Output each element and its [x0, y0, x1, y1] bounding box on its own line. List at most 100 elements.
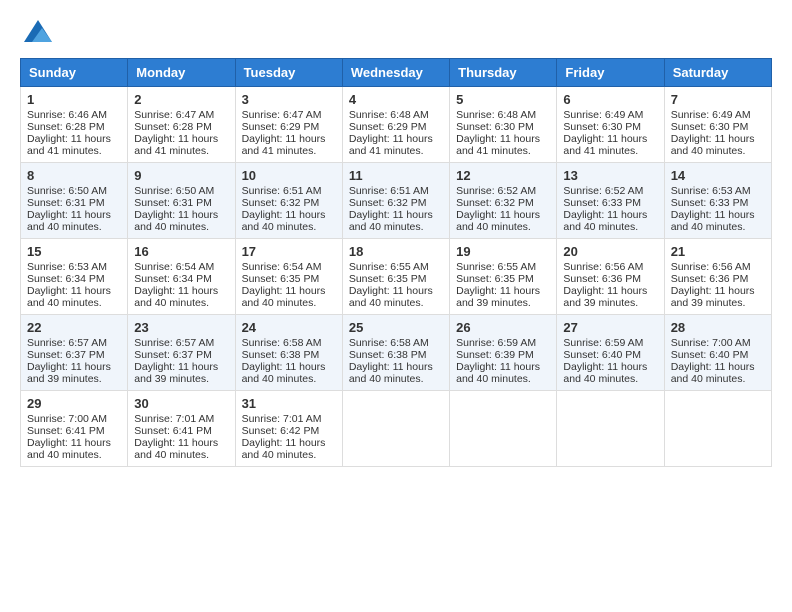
day-number: 19: [456, 244, 550, 259]
sunrise-text: Sunrise: 6:57 AM: [134, 337, 228, 349]
sunset-text: Sunset: 6:35 PM: [242, 273, 336, 285]
sunset-text: Sunset: 6:32 PM: [242, 197, 336, 209]
sunset-text: Sunset: 6:28 PM: [27, 121, 121, 133]
calendar-week-row: 29Sunrise: 7:00 AMSunset: 6:41 PMDayligh…: [21, 391, 772, 467]
daylight-text: Daylight: 11 hours and 40 minutes.: [349, 361, 443, 385]
day-number: 26: [456, 320, 550, 335]
sunset-text: Sunset: 6:37 PM: [134, 349, 228, 361]
day-number: 24: [242, 320, 336, 335]
day-number: 3: [242, 92, 336, 107]
daylight-text: Daylight: 11 hours and 41 minutes.: [134, 133, 228, 157]
day-number: 10: [242, 168, 336, 183]
calendar-cell: 11Sunrise: 6:51 AMSunset: 6:32 PMDayligh…: [342, 163, 449, 239]
daylight-text: Daylight: 11 hours and 40 minutes.: [349, 209, 443, 233]
calendar-week-row: 15 Sunrise: 6:53 AMSunset: 6:34 PM Dayligh…: [21, 239, 772, 315]
calendar-cell: 9Sunrise: 6:50 AMSunset: 6:31 PMDaylight…: [128, 163, 235, 239]
sunrise-text: Sunrise: 6:59 AM: [456, 337, 550, 349]
sunset-text: Sunset: 6:35 PM: [349, 273, 443, 285]
daylight-text: Daylight: 11 hours and 40 minutes.: [563, 209, 657, 233]
day-number: 9: [134, 168, 228, 183]
calendar-day-header: Saturday: [664, 59, 771, 87]
day-number: 25: [349, 320, 443, 335]
calendar-cell: 1Sunrise: 6:46 AMSunset: 6:28 PMDaylight…: [21, 87, 128, 163]
daylight-text: Daylight: 11 hours and 41 minutes.: [349, 133, 443, 157]
calendar-cell: 14Sunrise: 6:53 AMSunset: 6:33 PMDayligh…: [664, 163, 771, 239]
sunset-text: Sunset: 6:32 PM: [349, 197, 443, 209]
calendar-cell: 3 Sunrise: 6:47 AMSunset: 6:29 PMDaylight…: [235, 87, 342, 163]
calendar-cell: 24Sunrise: 6:58 AMSunset: 6:38 PMDayligh…: [235, 315, 342, 391]
calendar-day-header: Thursday: [450, 59, 557, 87]
daylight-text: Daylight: 11 hours and 41 minutes.: [242, 133, 336, 157]
day-number: 28: [671, 320, 765, 335]
calendar-week-row: 1Sunrise: 6:46 AMSunset: 6:28 PMDaylight…: [21, 87, 772, 163]
calendar-day-header: Monday: [128, 59, 235, 87]
calendar-cell: 21Sunrise: 6:56 AMSunset: 6:36 PMDayligh…: [664, 239, 771, 315]
calendar-cell: 8Sunrise: 6:50 AMSunset: 6:31 PMDaylight…: [21, 163, 128, 239]
calendar-cell: [557, 391, 664, 467]
day-number: 31: [242, 396, 336, 411]
sunrise-text: Sunrise: 7:01 AM: [242, 413, 336, 425]
sunrise-text: Sunrise: 6:53 AM: [27, 261, 121, 273]
sunset-text: Sunset: 6:38 PM: [349, 349, 443, 361]
sunset-text: Sunset: 6:39 PM: [456, 349, 550, 361]
calendar-cell: 2Sunrise: 6:47 AMSunset: 6:28 PMDaylight…: [128, 87, 235, 163]
day-number: 12: [456, 168, 550, 183]
sunrise-text: Sunrise: 6:50 AM: [134, 185, 228, 197]
day-number: 20: [563, 244, 657, 259]
sunrise-text: Sunrise: 6:47 AM: [134, 109, 228, 121]
sunset-text: Sunset: 6:33 PM: [671, 197, 765, 209]
calendar-cell: 28Sunrise: 7:00 AMSunset: 6:40 PMDayligh…: [664, 315, 771, 391]
calendar-cell: 25Sunrise: 6:58 AMSunset: 6:38 PMDayligh…: [342, 315, 449, 391]
day-number: 22: [27, 320, 121, 335]
day-number: 15: [27, 244, 121, 259]
daylight-text: Daylight: 11 hours and 40 minutes.: [671, 209, 765, 233]
calendar-cell: 20Sunrise: 6:56 AMSunset: 6:36 PMDayligh…: [557, 239, 664, 315]
day-number: 8: [27, 168, 121, 183]
sunset-text: Sunset: 6:40 PM: [563, 349, 657, 361]
calendar-cell: 5 Sunrise: 6:48 AMSunset: 6:30 PMDaylight…: [450, 87, 557, 163]
logo-icon: [24, 20, 52, 42]
daylight-text: Daylight: 11 hours and 39 minutes.: [27, 361, 121, 385]
sunrise-text: Sunrise: 6:48 AM: [349, 109, 443, 121]
sunset-text: Sunset: 6:41 PM: [134, 425, 228, 437]
day-number: 5: [456, 92, 550, 107]
sunset-text: Sunset: 6:34 PM: [27, 273, 121, 285]
sunrise-text: Sunrise: 7:00 AM: [27, 413, 121, 425]
daylight-text: Daylight: 11 hours and 40 minutes.: [563, 361, 657, 385]
calendar-cell: [342, 391, 449, 467]
sunrise-text: Sunrise: 6:48 AM: [456, 109, 550, 121]
calendar-day-header: Tuesday: [235, 59, 342, 87]
calendar-cell: 19Sunrise: 6:55 AMSunset: 6:35 PMDayligh…: [450, 239, 557, 315]
sunrise-text: Sunrise: 6:54 AM: [134, 261, 228, 273]
calendar-cell: 27Sunrise: 6:59 AMSunset: 6:40 PMDayligh…: [557, 315, 664, 391]
day-number: 17: [242, 244, 336, 259]
daylight-text: Daylight: 11 hours and 40 minutes.: [242, 209, 336, 233]
sunset-text: Sunset: 6:41 PM: [27, 425, 121, 437]
sunset-text: Sunset: 6:36 PM: [671, 273, 765, 285]
daylight-text: Daylight: 11 hours and 41 minutes.: [456, 133, 550, 157]
sunset-text: Sunset: 6:30 PM: [456, 121, 550, 133]
calendar-day-header: Friday: [557, 59, 664, 87]
calendar-cell: 31Sunrise: 7:01 AMSunset: 6:42 PMDayligh…: [235, 391, 342, 467]
daylight-text: Daylight: 11 hours and 40 minutes.: [134, 209, 228, 233]
calendar-day-header: Sunday: [21, 59, 128, 87]
sunrise-text: Sunrise: 6:52 AM: [563, 185, 657, 197]
logo: [20, 20, 52, 42]
sunrise-text: Sunrise: 7:01 AM: [134, 413, 228, 425]
day-number: 6: [563, 92, 657, 107]
day-number: 14: [671, 168, 765, 183]
daylight-text: Daylight: 11 hours and 40 minutes.: [134, 285, 228, 309]
daylight-text: Daylight: 11 hours and 40 minutes.: [671, 361, 765, 385]
daylight-text: Daylight: 11 hours and 40 minutes.: [456, 209, 550, 233]
sunset-text: Sunset: 6:30 PM: [671, 121, 765, 133]
calendar-cell: [450, 391, 557, 467]
calendar-cell: 7Sunrise: 6:49 AMSunset: 6:30 PMDaylight…: [664, 87, 771, 163]
sunset-text: Sunset: 6:29 PM: [242, 121, 336, 133]
day-number: 7: [671, 92, 765, 107]
sunrise-text: Sunrise: 6:47 AM: [242, 109, 336, 121]
calendar-cell: 16Sunrise: 6:54 AMSunset: 6:34 PMDayligh…: [128, 239, 235, 315]
calendar-day-header: Wednesday: [342, 59, 449, 87]
day-number: 4: [349, 92, 443, 107]
daylight-text: Daylight: 11 hours and 41 minutes.: [563, 133, 657, 157]
sunrise-text: Sunrise: 6:59 AM: [563, 337, 657, 349]
